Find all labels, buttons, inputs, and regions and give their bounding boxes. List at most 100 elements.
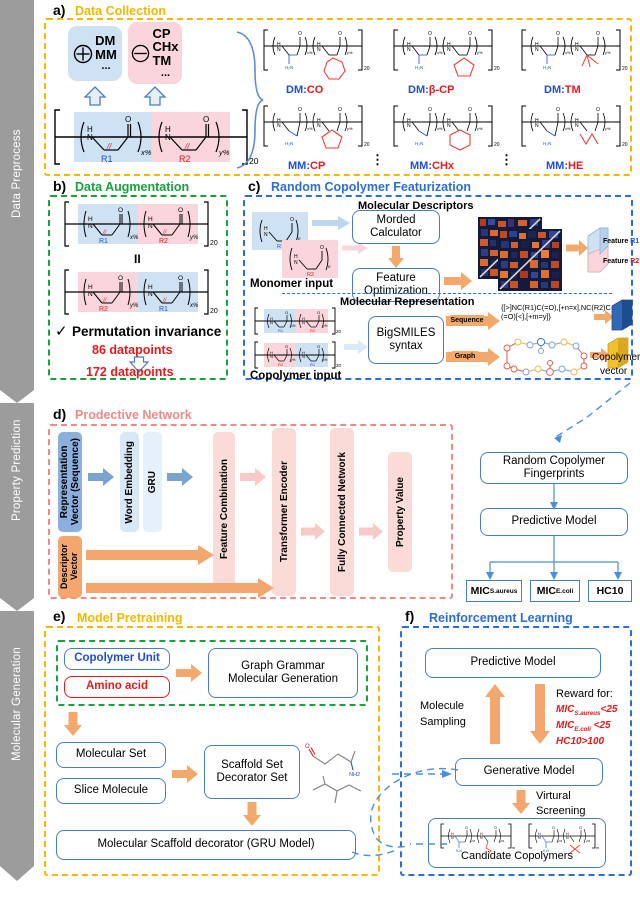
example-6-suffix: HE: [568, 160, 584, 172]
svg-text:O: O: [552, 826, 555, 830]
panel-f-letter: f): [404, 608, 416, 624]
svg-text:20: 20: [494, 66, 500, 72]
virtual-screening-line2: Screening: [536, 805, 586, 817]
svg-text:N: N: [535, 123, 539, 129]
panel-a-title: Data Collection: [72, 4, 169, 18]
property-value-bar: Property Value: [388, 452, 412, 572]
scaffold-decorator-set-box[interactable]: Scaffold Set Decorator Set: [204, 745, 300, 799]
svg-text:x%: x%: [564, 126, 571, 131]
output-mic-saureus[interactable]: MIC S.aureus: [466, 580, 522, 602]
example-3-suffix: TM: [564, 84, 581, 96]
svg-text:20: 20: [210, 240, 218, 247]
svg-text:x%: x%: [564, 50, 571, 55]
slice-molecule-box[interactable]: Slice Molecule: [56, 778, 166, 804]
panel-d-letter: d): [52, 406, 68, 422]
polymer-examples-grid: H N O H₂N x% H N O y% 20 DM:CO H N O H₂N…: [258, 24, 634, 172]
arrow-grammar-to-molset: [64, 712, 82, 736]
svg-text:N: N: [302, 320, 305, 325]
svg-text:R2: R2: [99, 306, 108, 313]
svg-text:N: N: [148, 291, 153, 298]
up-arrow-cationic-icon: [83, 86, 107, 106]
arrow-repr-to-embedding: [88, 468, 114, 486]
mic-ecoli-sub: E.coli: [555, 587, 574, 595]
chip-b-line2: CHx: [152, 39, 179, 55]
svg-text:N: N: [407, 47, 411, 53]
scaffold-line2: Decorator Set: [216, 772, 288, 784]
svg-text:N: N: [447, 47, 451, 53]
output-mic-ecoli[interactable]: MIC E.coli: [530, 580, 580, 602]
svg-text:R2: R2: [278, 362, 284, 367]
panel-a-letter: a): [52, 2, 67, 18]
arrow-calculator-to-optimization: [388, 246, 404, 268]
amino-acid-box[interactable]: Amino acid: [64, 676, 170, 698]
mic-ecoli-main: MIC: [536, 585, 556, 597]
panel-c-divider: [282, 293, 612, 294]
svg-text:y%: y%: [189, 235, 199, 241]
copolymer-unit-box[interactable]: Copolymer Unit: [64, 648, 170, 670]
arrow-sequence-to-vector: [594, 310, 614, 324]
svg-text:O: O: [203, 115, 209, 124]
svg-text:y%: y%: [129, 303, 139, 309]
plus-circle-icon: [73, 44, 93, 63]
panel-b-title: Data Augmentation: [72, 180, 193, 194]
augmentation-chain-bottom: H N O // R2 y% H N O // R1 x% 20: [64, 269, 218, 315]
svg-text:20: 20: [494, 142, 500, 148]
svg-text:O: O: [494, 826, 497, 830]
svg-text:N: N: [277, 47, 281, 53]
rail-arrow-tip: [0, 866, 34, 881]
svg-text:x%: x%: [306, 50, 313, 55]
fully-connected-bar: Fully Connected Network: [330, 428, 354, 596]
scaffold-line1: Scaffold Set: [221, 758, 283, 771]
example-1-suffix: CO: [306, 84, 324, 96]
copolymer-vector-line1: Copolymer: [592, 352, 640, 363]
svg-text:O: O: [285, 310, 288, 315]
morded-calculator-line1: Morded: [376, 213, 416, 226]
svg-text:H₂N: H₂N: [285, 65, 293, 70]
output-hc10[interactable]: HC10: [588, 580, 632, 602]
svg-text:H: H: [88, 284, 93, 291]
svg-text:y%: y%: [585, 839, 591, 843]
svg-text:m: m: [596, 846, 599, 850]
svg-text:20: 20: [210, 308, 218, 315]
svg-text:H: H: [88, 216, 93, 223]
arrow-optimization-to-heatmap: [444, 272, 472, 290]
vertical-dots-1: ⋮: [371, 152, 384, 167]
rl-predictive-model-box[interactable]: Predictive Model: [425, 648, 601, 678]
feature-vector-block: [587, 227, 609, 273]
svg-text:N: N: [302, 354, 305, 359]
arrow-molset-to-scaffold: [172, 765, 198, 783]
svg-text:O: O: [465, 826, 468, 830]
svg-text:O: O: [579, 826, 582, 830]
datapoints-before: 86 datapoints: [92, 343, 173, 357]
svg-text:H₂N: H₂N: [543, 849, 550, 853]
svg-text:N: N: [575, 47, 579, 53]
svg-text:y%: y%: [604, 126, 611, 131]
example-1-prefix: DM:: [286, 84, 307, 96]
cationic-monomer-chip: DM MM ...: [68, 26, 122, 81]
sequence-vector-block: [611, 299, 633, 331]
polymer-example-5-structure: H N O H₂N x% H N O y% 20: [393, 105, 500, 151]
svg-text:N: N: [407, 123, 411, 129]
panel-f-title: Reinforcement Learning: [426, 611, 576, 625]
graph-tag: Graph: [452, 351, 478, 362]
svg-text:x%: x%: [436, 50, 443, 55]
morded-calculator-box[interactable]: Morded Calculator: [352, 210, 440, 244]
svg-text:N: N: [88, 223, 93, 230]
virtual-screening-line1: Virtural: [536, 790, 571, 802]
copolymer-input-label: Copolymer input: [250, 370, 342, 382]
svg-text:N: N: [270, 320, 273, 325]
arrow-monomer-to-calculator: [312, 216, 350, 230]
graph-grammar-box[interactable]: Graph Grammar Molecular Generation: [208, 648, 358, 698]
descriptor-vector-bar: Descriptor Vector: [58, 536, 82, 598]
svg-text:x%: x%: [306, 126, 313, 131]
mic-saureus-sub: S.aureus: [489, 587, 518, 595]
example-6-prefix: MM:: [546, 160, 568, 172]
generative-model-box[interactable]: Generative Model: [455, 758, 603, 786]
bigsmiles-syntax-box[interactable]: BigSMILES syntax: [368, 316, 444, 364]
molecular-scaffold-decorator-box[interactable]: Molecular Scaffold decorator (GRU Model): [56, 830, 356, 860]
svg-text:20: 20: [364, 66, 370, 72]
hydrophobic-monomer-chip: CP CHx TM ...: [128, 22, 182, 84]
mic-saureus-main: MIC: [470, 585, 490, 597]
molecular-set-box[interactable]: Molecular Set: [56, 742, 166, 768]
svg-text:O: O: [338, 107, 342, 113]
